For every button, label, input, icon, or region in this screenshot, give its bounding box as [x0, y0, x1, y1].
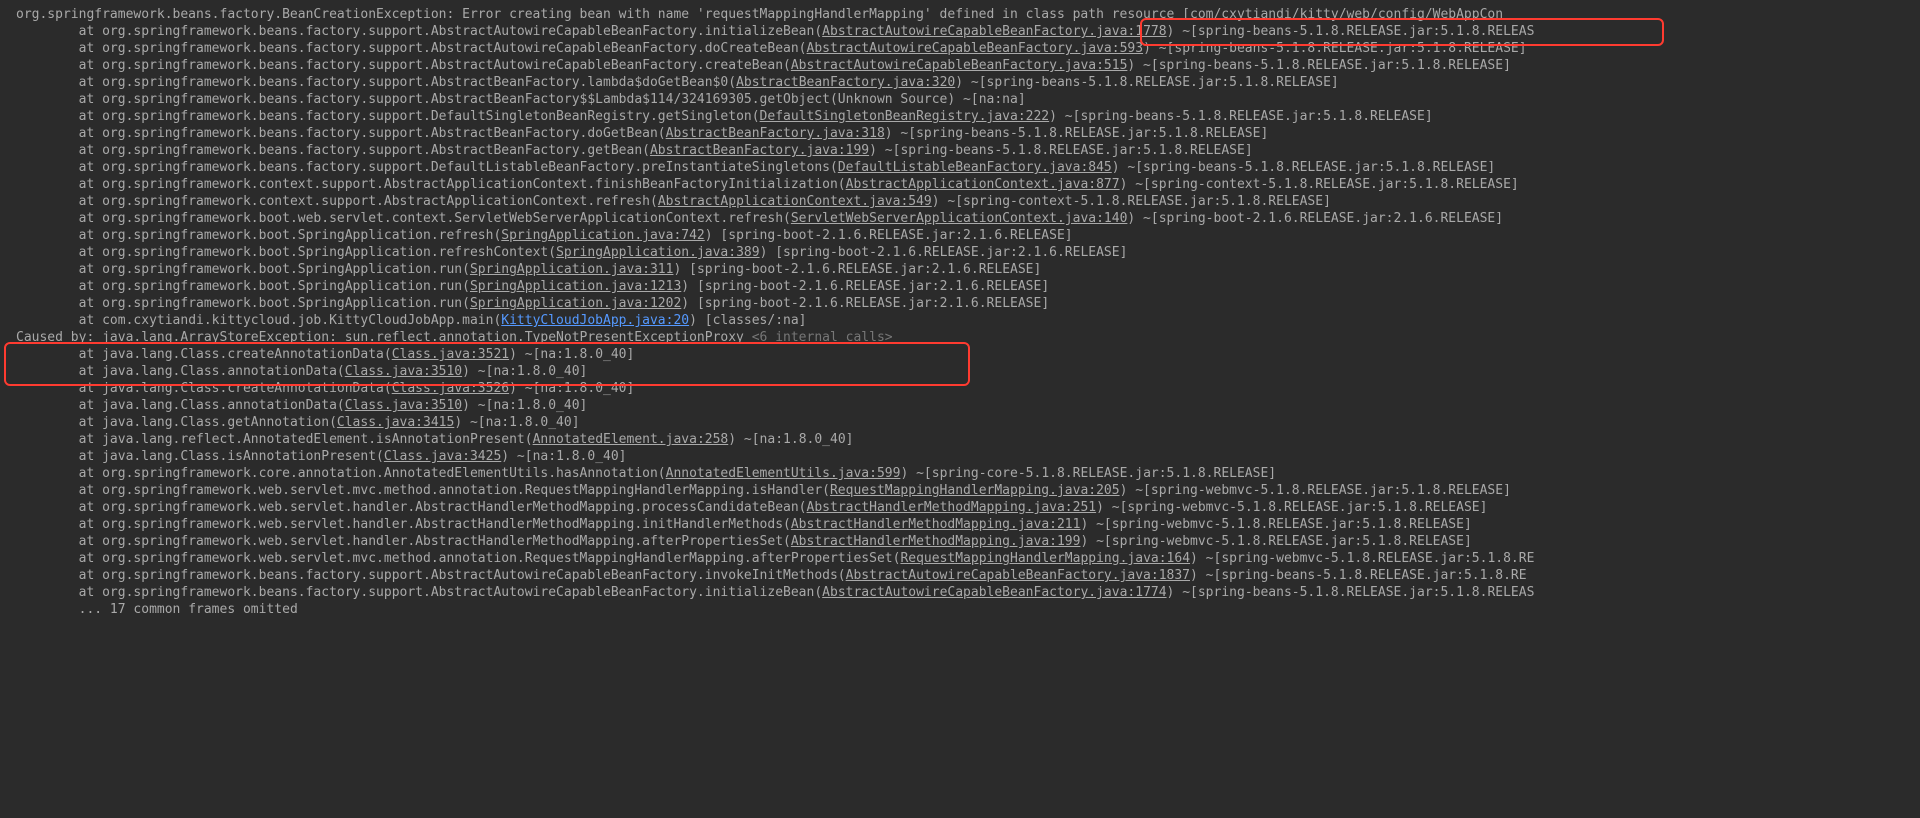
stacktrace-line: at org.springframework.beans.factory.sup…: [16, 567, 1920, 584]
stacktrace-line: at java.lang.Class.createAnnotationData(…: [16, 380, 1920, 397]
source-link[interactable]: SpringApplication.java:742: [501, 228, 705, 243]
stacktrace-line: at org.springframework.boot.SpringApplic…: [16, 227, 1920, 244]
stacktrace-line: at java.lang.Class.annotationData(Class.…: [16, 397, 1920, 414]
stacktrace-line: Caused by: java.lang.ArrayStoreException…: [16, 329, 1920, 346]
source-link[interactable]: ServletWebServerApplicationContext.java:…: [791, 211, 1128, 226]
stacktrace-console[interactable]: org.springframework.beans.factory.BeanCr…: [0, 0, 1920, 618]
source-link[interactable]: AbstractAutowireCapableBeanFactory.java:…: [846, 568, 1190, 583]
source-link[interactable]: AbstractApplicationContext.java:877: [846, 177, 1120, 192]
source-link[interactable]: AbstractAutowireCapableBeanFactory.java:…: [822, 585, 1166, 600]
source-link[interactable]: Class.java:3510: [345, 364, 462, 379]
stacktrace-line: at java.lang.reflect.AnnotatedElement.is…: [16, 431, 1920, 448]
source-link[interactable]: AbstractHandlerMethodMapping.java:199: [791, 534, 1081, 549]
stacktrace-line: at org.springframework.boot.SpringApplic…: [16, 244, 1920, 261]
stacktrace-line: at org.springframework.web.servlet.handl…: [16, 533, 1920, 550]
source-link[interactable]: RequestMappingHandlerMapping.java:164: [900, 551, 1190, 566]
collapsed-frames-note[interactable]: <6 internal calls>: [752, 330, 893, 345]
stacktrace-line: at org.springframework.beans.factory.sup…: [16, 584, 1920, 601]
stacktrace-line: at java.lang.Class.getAnnotation(Class.j…: [16, 414, 1920, 431]
stacktrace-line: at org.springframework.web.servlet.mvc.m…: [16, 550, 1920, 567]
stacktrace-line: at org.springframework.boot.SpringApplic…: [16, 261, 1920, 278]
source-link[interactable]: AbstractBeanFactory.java:318: [666, 126, 885, 141]
stacktrace-line: at org.springframework.beans.factory.sup…: [16, 91, 1920, 108]
source-link[interactable]: AnnotatedElement.java:258: [533, 432, 729, 447]
stacktrace-line: at org.springframework.boot.SpringApplic…: [16, 278, 1920, 295]
stacktrace-line: at org.springframework.web.servlet.handl…: [16, 516, 1920, 533]
source-link[interactable]: AbstractBeanFactory.java:320: [736, 75, 955, 90]
stacktrace-line: at org.springframework.web.servlet.handl…: [16, 499, 1920, 516]
stacktrace-line: at java.lang.Class.annotationData(Class.…: [16, 363, 1920, 380]
source-link[interactable]: Class.java:3526: [392, 381, 509, 396]
source-link[interactable]: RequestMappingHandlerMapping.java:205: [830, 483, 1120, 498]
source-link[interactable]: DefaultSingletonBeanRegistry.java:222: [760, 109, 1050, 124]
source-link[interactable]: AbstractAutowireCapableBeanFactory.java:…: [807, 41, 1144, 56]
stacktrace-line: at org.springframework.beans.factory.sup…: [16, 108, 1920, 125]
stacktrace-line: ... 17 common frames omitted: [16, 601, 1920, 618]
source-link[interactable]: AbstractHandlerMethodMapping.java:211: [791, 517, 1081, 532]
stacktrace-line: at org.springframework.beans.factory.sup…: [16, 23, 1920, 40]
stacktrace-line: at org.springframework.beans.factory.sup…: [16, 40, 1920, 57]
source-link[interactable]: Class.java:3415: [337, 415, 454, 430]
source-link[interactable]: KittyCloudJobApp.java:20: [501, 313, 689, 328]
source-link[interactable]: AnnotatedElementUtils.java:599: [666, 466, 901, 481]
source-link[interactable]: Class.java:3510: [345, 398, 462, 413]
stacktrace-line: at org.springframework.beans.factory.sup…: [16, 57, 1920, 74]
source-link[interactable]: DefaultListableBeanFactory.java:845: [838, 160, 1112, 175]
source-link[interactable]: Class.java:3521: [392, 347, 509, 362]
stacktrace-line: at java.lang.Class.isAnnotationPresent(C…: [16, 448, 1920, 465]
stacktrace-line: at org.springframework.beans.factory.sup…: [16, 159, 1920, 176]
stacktrace-line: at org.springframework.beans.factory.sup…: [16, 125, 1920, 142]
source-link[interactable]: AbstractHandlerMethodMapping.java:251: [807, 500, 1097, 515]
stacktrace-line: at org.springframework.core.annotation.A…: [16, 465, 1920, 482]
source-link[interactable]: AbstractBeanFactory.java:199: [650, 143, 869, 158]
stacktrace-line: at org.springframework.boot.SpringApplic…: [16, 295, 1920, 312]
stacktrace-line: at java.lang.Class.createAnnotationData(…: [16, 346, 1920, 363]
stacktrace-line: at com.cxytiandi.kittycloud.job.KittyClo…: [16, 312, 1920, 329]
stacktrace-line: at org.springframework.boot.web.servlet.…: [16, 210, 1920, 227]
source-link[interactable]: SpringApplication.java:1202: [470, 296, 681, 311]
stacktrace-line: at org.springframework.context.support.A…: [16, 176, 1920, 193]
stacktrace-line: at org.springframework.context.support.A…: [16, 193, 1920, 210]
stacktrace-line: at org.springframework.beans.factory.sup…: [16, 142, 1920, 159]
source-link[interactable]: AbstractAutowireCapableBeanFactory.java:…: [791, 58, 1128, 73]
stacktrace-line: org.springframework.beans.factory.BeanCr…: [16, 6, 1920, 23]
source-link[interactable]: SpringApplication.java:311: [470, 262, 674, 277]
stacktrace-line: at org.springframework.beans.factory.sup…: [16, 74, 1920, 91]
source-link[interactable]: SpringApplication.java:1213: [470, 279, 681, 294]
source-link[interactable]: AbstractApplicationContext.java:549: [658, 194, 932, 209]
stacktrace-line: at org.springframework.web.servlet.mvc.m…: [16, 482, 1920, 499]
source-link[interactable]: AbstractAutowireCapableBeanFactory.java:…: [822, 24, 1166, 39]
source-link[interactable]: Class.java:3425: [384, 449, 501, 464]
source-link[interactable]: SpringApplication.java:389: [556, 245, 760, 260]
